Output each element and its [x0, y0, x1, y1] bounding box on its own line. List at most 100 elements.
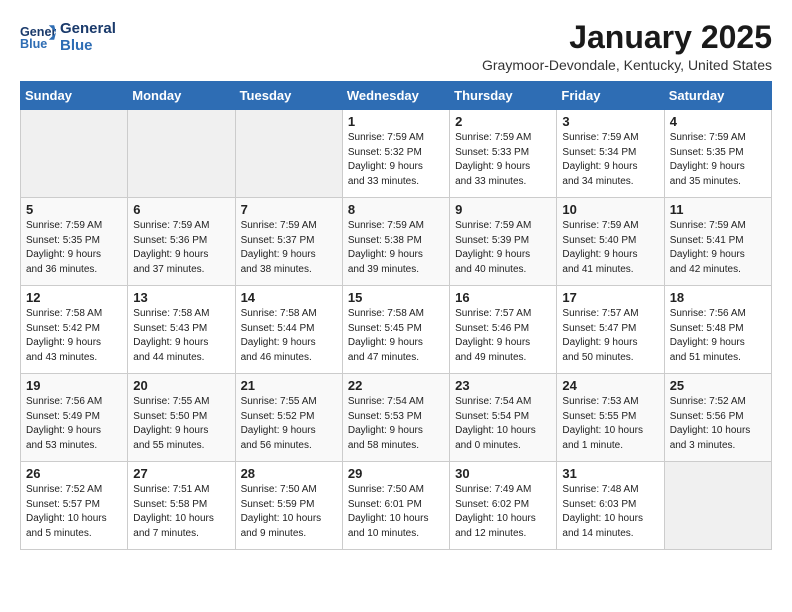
day-info: Sunrise: 7:57 AMSunset: 5:47 PMDaylight:… — [562, 307, 658, 365]
calendar-cell: 4Sunrise: 7:59 AMSunset: 5:35 PMDaylight… — [664, 110, 771, 198]
day-info: Sunrise: 7:59 AMSunset: 5:37 PMDaylight:… — [241, 219, 337, 277]
day-info: Sunrise: 7:58 AMSunset: 5:42 PMDaylight:… — [26, 307, 122, 365]
week-row-2: 5 Sunrise: 7:59 AMSunset: 5:35 PMDaylight… — [21, 198, 772, 286]
day-info: Sunrise: 7:59 AMSunset: 5:36 PMDaylight:… — [133, 219, 229, 277]
day-info: Sunrise: 7:59 AMSunset: 5:39 PMDaylight:… — [455, 219, 551, 277]
day-info: Sunrise: 7:55 AMSunset: 5:52 PMDaylight:… — [241, 395, 337, 453]
calendar-cell: 1Sunrise: 7:59 AMSunset: 5:32 PMDaylight… — [342, 110, 449, 198]
day-number: 1 — [348, 114, 444, 129]
subtitle: Graymoor-Devondale, Kentucky, United Sta… — [482, 57, 772, 73]
day-number: 13 — [133, 290, 229, 305]
day-info: Sunrise: 7:59 AMSunset: 5:35 PMDaylight:… — [26, 219, 122, 277]
day-number: 28 — [241, 466, 337, 481]
weekday-header-row: SundayMondayTuesdayWednesdayThursdayFrid… — [21, 82, 772, 110]
calendar-cell: 17 Sunrise: 7:57 AMSunset: 5:47 PMDayligh… — [557, 286, 664, 374]
week-row-3: 12 Sunrise: 7:58 AMSunset: 5:42 PMDayligh… — [21, 286, 772, 374]
calendar-cell: 15Sunrise: 7:58 AMSunset: 5:45 PMDayligh… — [342, 286, 449, 374]
calendar-cell: 26 Sunrise: 7:52 AMSunset: 5:57 PMDayligh… — [21, 462, 128, 550]
day-number: 2 — [455, 114, 551, 129]
day-info: Sunrise: 7:48 AMSunset: 6:03 PMDaylight:… — [562, 483, 658, 541]
calendar-cell: 30Sunrise: 7:49 AMSunset: 6:02 PMDayligh… — [450, 462, 557, 550]
week-row-1: 1Sunrise: 7:59 AMSunset: 5:32 PMDaylight… — [21, 110, 772, 198]
day-number: 14 — [241, 290, 337, 305]
day-number: 7 — [241, 202, 337, 217]
page: General Blue General Blue January 2025 G… — [0, 0, 792, 560]
day-info: Sunrise: 7:51 AMSunset: 5:58 PMDaylight:… — [133, 483, 229, 541]
day-number: 6 — [133, 202, 229, 217]
day-number: 3 — [562, 114, 658, 129]
calendar-cell — [235, 110, 342, 198]
header: General Blue General Blue January 2025 G… — [20, 20, 772, 73]
logo-icon: General Blue — [20, 23, 56, 51]
day-info: Sunrise: 7:59 AMSunset: 5:40 PMDaylight:… — [562, 219, 658, 277]
day-number: 10 — [562, 202, 658, 217]
weekday-header-wednesday: Wednesday — [342, 82, 449, 110]
calendar-cell: 22 Sunrise: 7:54 AMSunset: 5:53 PMDayligh… — [342, 374, 449, 462]
day-info: Sunrise: 7:59 AMSunset: 5:34 PMDaylight:… — [562, 131, 658, 189]
month-title: January 2025 — [482, 20, 772, 55]
calendar-cell: 29Sunrise: 7:50 AMSunset: 6:01 PMDayligh… — [342, 462, 449, 550]
day-number: 31 — [562, 466, 658, 481]
day-info: Sunrise: 7:49 AMSunset: 6:02 PMDaylight:… — [455, 483, 551, 541]
day-number: 21 — [241, 378, 337, 393]
day-number: 5 — [26, 202, 122, 217]
calendar-table: SundayMondayTuesdayWednesdayThursdayFrid… — [20, 81, 772, 550]
calendar-cell: 20 Sunrise: 7:55 AMSunset: 5:50 PMDayligh… — [128, 374, 235, 462]
day-info: Sunrise: 7:56 AMSunset: 5:49 PMDaylight:… — [26, 395, 122, 453]
day-info: Sunrise: 7:56 AMSunset: 5:48 PMDaylight:… — [670, 307, 766, 365]
day-info: Sunrise: 7:50 AMSunset: 5:59 PMDaylight:… — [241, 483, 337, 541]
logo: General Blue General Blue — [20, 20, 116, 55]
weekday-header-sunday: Sunday — [21, 82, 128, 110]
day-info: Sunrise: 7:53 AMSunset: 5:55 PMDaylight:… — [562, 395, 658, 453]
day-number: 20 — [133, 378, 229, 393]
calendar-cell: 11Sunrise: 7:59 AMSunset: 5:41 PMDayligh… — [664, 198, 771, 286]
day-info: Sunrise: 7:59 AMSunset: 5:41 PMDaylight:… — [670, 219, 766, 277]
day-number: 26 — [26, 466, 122, 481]
day-info: Sunrise: 7:58 AMSunset: 5:43 PMDaylight:… — [133, 307, 229, 365]
day-info: Sunrise: 7:52 AMSunset: 5:57 PMDaylight:… — [26, 483, 122, 541]
logo-line2: Blue — [60, 37, 116, 54]
week-row-5: 26 Sunrise: 7:52 AMSunset: 5:57 PMDayligh… — [21, 462, 772, 550]
calendar-cell: 21 Sunrise: 7:55 AMSunset: 5:52 PMDayligh… — [235, 374, 342, 462]
weekday-header-saturday: Saturday — [664, 82, 771, 110]
day-info: Sunrise: 7:59 AMSunset: 5:33 PMDaylight:… — [455, 131, 551, 189]
day-number: 27 — [133, 466, 229, 481]
calendar-cell: 18 Sunrise: 7:56 AMSunset: 5:48 PMDayligh… — [664, 286, 771, 374]
calendar-cell: 6 Sunrise: 7:59 AMSunset: 5:36 PMDaylight… — [128, 198, 235, 286]
day-number: 22 — [348, 378, 444, 393]
day-info: Sunrise: 7:54 AMSunset: 5:54 PMDaylight:… — [455, 395, 551, 453]
calendar-cell: 28 Sunrise: 7:50 AMSunset: 5:59 PMDayligh… — [235, 462, 342, 550]
calendar-cell: 9Sunrise: 7:59 AMSunset: 5:39 PMDaylight… — [450, 198, 557, 286]
day-number: 25 — [670, 378, 766, 393]
calendar-cell: 8Sunrise: 7:59 AMSunset: 5:38 PMDaylight… — [342, 198, 449, 286]
weekday-header-monday: Monday — [128, 82, 235, 110]
day-number: 24 — [562, 378, 658, 393]
day-info: Sunrise: 7:54 AMSunset: 5:53 PMDaylight:… — [348, 395, 444, 453]
day-info: Sunrise: 7:58 AMSunset: 5:45 PMDaylight:… — [348, 307, 444, 365]
calendar-cell — [664, 462, 771, 550]
calendar-cell — [128, 110, 235, 198]
logo-line1: General — [60, 20, 116, 37]
day-info: Sunrise: 7:57 AMSunset: 5:46 PMDaylight:… — [455, 307, 551, 365]
calendar-cell: 7 Sunrise: 7:59 AMSunset: 5:37 PMDaylight… — [235, 198, 342, 286]
day-info: Sunrise: 7:50 AMSunset: 6:01 PMDaylight:… — [348, 483, 444, 541]
day-number: 4 — [670, 114, 766, 129]
day-number: 16 — [455, 290, 551, 305]
day-number: 19 — [26, 378, 122, 393]
day-number: 23 — [455, 378, 551, 393]
calendar-cell: 24 Sunrise: 7:53 AMSunset: 5:55 PMDayligh… — [557, 374, 664, 462]
calendar-cell: 31 Sunrise: 7:48 AMSunset: 6:03 PMDayligh… — [557, 462, 664, 550]
day-number: 12 — [26, 290, 122, 305]
day-info: Sunrise: 7:58 AMSunset: 5:44 PMDaylight:… — [241, 307, 337, 365]
calendar-cell: 3 Sunrise: 7:59 AMSunset: 5:34 PMDaylight… — [557, 110, 664, 198]
day-number: 17 — [562, 290, 658, 305]
calendar-cell: 13 Sunrise: 7:58 AMSunset: 5:43 PMDayligh… — [128, 286, 235, 374]
calendar-cell: 23 Sunrise: 7:54 AMSunset: 5:54 PMDayligh… — [450, 374, 557, 462]
calendar-cell: 14 Sunrise: 7:58 AMSunset: 5:44 PMDayligh… — [235, 286, 342, 374]
day-number: 18 — [670, 290, 766, 305]
day-info: Sunrise: 7:59 AMSunset: 5:38 PMDaylight:… — [348, 219, 444, 277]
calendar-cell: 25Sunrise: 7:52 AMSunset: 5:56 PMDayligh… — [664, 374, 771, 462]
weekday-header-thursday: Thursday — [450, 82, 557, 110]
calendar-cell: 12 Sunrise: 7:58 AMSunset: 5:42 PMDayligh… — [21, 286, 128, 374]
day-info: Sunrise: 7:55 AMSunset: 5:50 PMDaylight:… — [133, 395, 229, 453]
